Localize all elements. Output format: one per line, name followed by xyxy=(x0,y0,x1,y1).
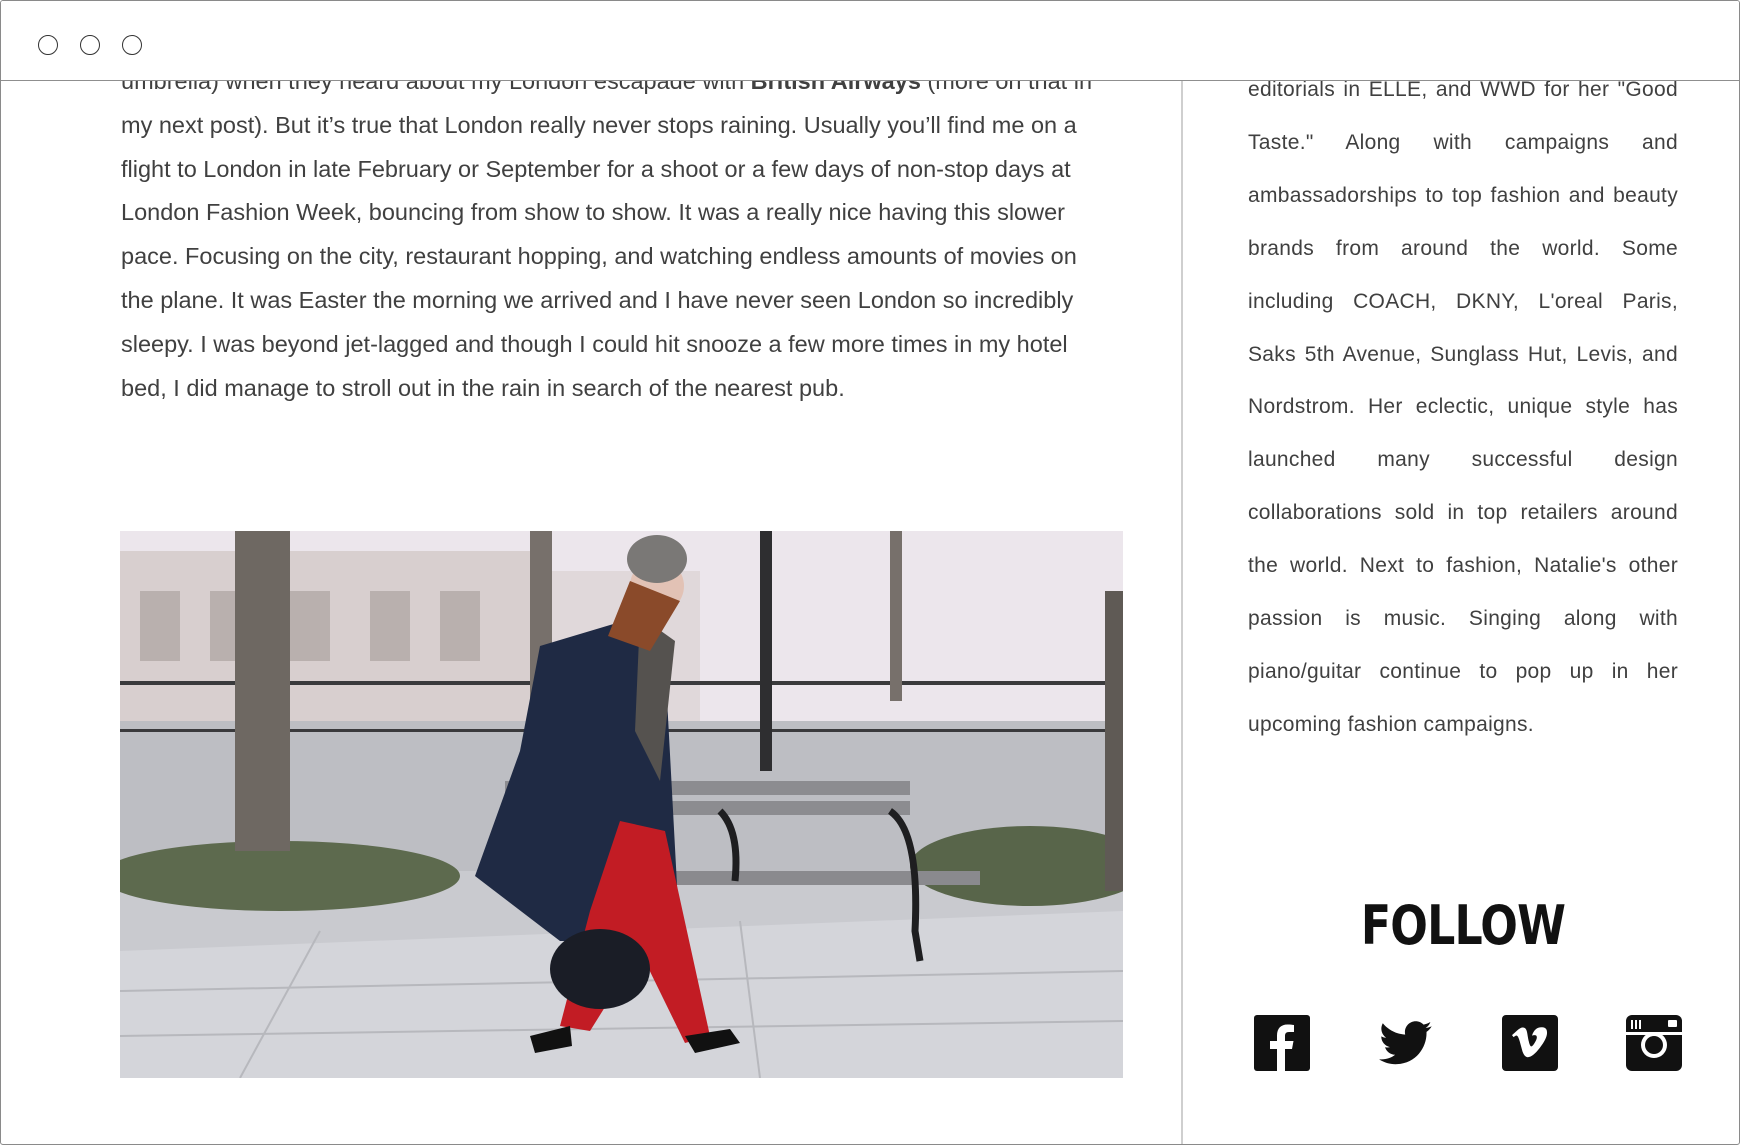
about-sidebar: editorials in ELLE, and WWD for her "Goo… xyxy=(1248,1,1682,1144)
post-photo xyxy=(120,531,1123,1078)
instagram-icon[interactable] xyxy=(1626,1015,1682,1071)
minimize-window-button[interactable] xyxy=(80,35,100,55)
follow-heading: FOLLOW xyxy=(1360,894,1566,957)
vimeo-icon[interactable] xyxy=(1502,1015,1558,1071)
author-bio: editorials in ELLE, and WWD for her "Goo… xyxy=(1248,78,1678,736)
maximize-window-button[interactable] xyxy=(122,35,142,55)
street-style-photo xyxy=(120,531,1123,1078)
twitter-icon[interactable] xyxy=(1378,1015,1434,1071)
post-paragraph: that in my next post). But it’s true tha… xyxy=(121,68,1093,401)
browser-window: umbrella) when they heard about my Londo… xyxy=(0,0,1740,1145)
window-titlebar xyxy=(1,1,1739,81)
close-window-button[interactable] xyxy=(38,35,58,55)
facebook-icon[interactable] xyxy=(1254,1015,1310,1071)
post-column: umbrella) when they heard about my Londo… xyxy=(1,1,1183,1144)
post-body: umbrella) when they heard about my Londo… xyxy=(121,60,1111,410)
